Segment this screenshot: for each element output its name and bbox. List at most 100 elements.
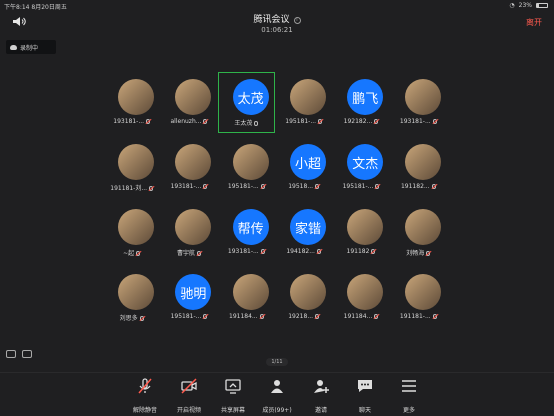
toolbar-button-video-off[interactable]: 开启视频: [169, 377, 209, 416]
participant-name-text: 191181-刘...: [110, 185, 148, 192]
participant-tile[interactable]: 195181-...: [275, 72, 332, 133]
participant-tile[interactable]: 191184...: [218, 267, 275, 328]
participant-tile[interactable]: 曹宇航: [160, 202, 217, 263]
participant-name-text: allenuzh...: [170, 118, 202, 125]
toolbar-button-mic-muted[interactable]: 解除静音: [125, 377, 165, 416]
participant-tile[interactable]: 帮传 193181-...: [218, 202, 275, 263]
video-off-icon: [181, 378, 197, 394]
participant-name: 191182...: [391, 183, 446, 190]
participant-name-text: 191181-...: [399, 313, 431, 320]
participant-tile[interactable]: 刘思多: [103, 267, 160, 328]
participant-name: 193181-...: [161, 183, 216, 190]
avatar: 驰明: [175, 274, 212, 310]
participant-name-text: 刘畅海: [406, 250, 425, 257]
participant-name-text: 195181-...: [227, 183, 259, 190]
participant-name-text: 191182: [346, 248, 370, 255]
meeting-title[interactable]: 腾讯会议 i: [0, 12, 554, 25]
share-screen-icon: [225, 379, 241, 394]
mic-muted-icon: [432, 119, 437, 124]
recording-badge[interactable]: 录制中: [6, 40, 56, 54]
toolbar-button-share-screen[interactable]: 共享屏幕: [213, 377, 253, 416]
toolbar-label: 邀请: [314, 407, 327, 414]
toolbar-label: 共享屏幕: [220, 407, 245, 414]
emoji-icon[interactable]: [6, 350, 16, 358]
toolbar-button-members[interactable]: 成员(99+): [257, 377, 297, 416]
toolbar-label: 解除静音: [132, 407, 157, 414]
participant-name: 191184...: [333, 313, 388, 320]
mic-muted-icon: [318, 119, 323, 124]
avatar: [404, 274, 441, 310]
mic-muted-icon: [375, 184, 380, 189]
toolbar-button-more[interactable]: 更多: [389, 377, 429, 416]
participant-tile[interactable]: 刘畅海: [390, 202, 447, 263]
participant-tile[interactable]: 驰明 195181-...: [160, 267, 217, 328]
participant-name-text: 191182...: [400, 183, 430, 190]
toolbar-button-invite[interactable]: 邀请: [301, 377, 341, 416]
leave-button[interactable]: 离开: [526, 17, 542, 28]
participant-name: 193181-...: [219, 248, 274, 255]
participant-tile[interactable]: 195181-...: [218, 137, 275, 198]
meeting-timer: 01:06:21: [261, 26, 293, 34]
participant-name: 19218...: [276, 313, 331, 320]
participant-tile[interactable]: 193181-...: [160, 137, 217, 198]
page-indicator: 1/11: [266, 358, 288, 366]
toolbar-label: 聊天: [358, 407, 371, 414]
battery-icon: [536, 3, 548, 8]
participant-name: 195181-...: [333, 183, 388, 190]
avatar: 家锴: [289, 209, 326, 245]
avatar: [175, 209, 212, 245]
participant-tile[interactable]: 191182...: [390, 137, 447, 198]
toolbar-button-chat[interactable]: 聊天: [345, 377, 385, 416]
participant-name-text: 195181-...: [342, 183, 374, 190]
info-icon[interactable]: i: [293, 17, 301, 24]
participant-tile[interactable]: 小超 19518...: [275, 137, 332, 198]
battery-percent: 23%: [518, 2, 532, 9]
avatar: [118, 144, 154, 180]
participant-name: 193181-...: [104, 118, 159, 125]
toolbar-label: 开启视频: [176, 407, 201, 414]
participant-name: ~起: [104, 248, 159, 257]
recording-label: 录制中: [20, 44, 39, 52]
participant-name-text: 194182...: [286, 248, 315, 255]
participant-tile[interactable]: 太茂 王太茂: [217, 72, 275, 133]
keyboard-icon[interactable]: [22, 350, 32, 358]
participant-tile[interactable]: 文杰 195181-...: [332, 137, 389, 198]
participant-name: 191182: [333, 248, 388, 255]
participant-tile[interactable]: 193181-...: [390, 72, 447, 133]
members-icon: [271, 380, 283, 393]
avatar: [404, 209, 441, 245]
status-right: ◔ 23%: [509, 2, 548, 9]
avatar: [404, 144, 441, 180]
avatar: [118, 79, 154, 115]
participant-name: 19518...: [276, 183, 331, 190]
side-icons: [6, 350, 32, 358]
participant-name-text: 曹宇航: [176, 250, 195, 257]
participant-name-text: 王太茂: [234, 120, 253, 127]
participant-name: 191181-刘...: [104, 183, 159, 192]
participant-tile[interactable]: 191182: [332, 202, 389, 263]
participant-tile[interactable]: 191181-刘...: [103, 137, 160, 198]
participant-name: 刘畅海: [391, 248, 446, 257]
participant-row: 191181-刘... 193181-... 195181-... 小超 19518..…: [103, 135, 447, 200]
avatar: [289, 274, 326, 310]
participant-tile[interactable]: 19218...: [275, 267, 332, 328]
participant-tile[interactable]: 191184...: [332, 267, 389, 328]
mic-muted-icon: [371, 249, 376, 254]
avatar: [175, 144, 212, 180]
toolbar-label: 更多: [402, 407, 415, 414]
mic-muted-icon: [146, 119, 151, 124]
toolbar-label: 成员(99+): [262, 407, 292, 414]
mic-muted-icon: [260, 184, 265, 189]
participant-tile[interactable]: 鹏飞 192182...: [332, 72, 389, 133]
participant-tile[interactable]: 191181-...: [390, 267, 447, 328]
participant-name-text: 19518...: [288, 183, 314, 190]
avatar: [118, 209, 154, 245]
participant-name-text: 191184...: [229, 313, 258, 320]
participant-tile[interactable]: 193181-...: [103, 72, 160, 133]
mic-muted-icon: [432, 314, 437, 319]
participant-name: 刘思多: [104, 313, 159, 322]
participant-tile[interactable]: ~起: [103, 202, 160, 263]
participant-tile[interactable]: 家锴 194182...: [275, 202, 332, 263]
participant-name-text: 191184...: [343, 313, 373, 320]
participant-tile[interactable]: allenuzh...: [160, 72, 217, 133]
